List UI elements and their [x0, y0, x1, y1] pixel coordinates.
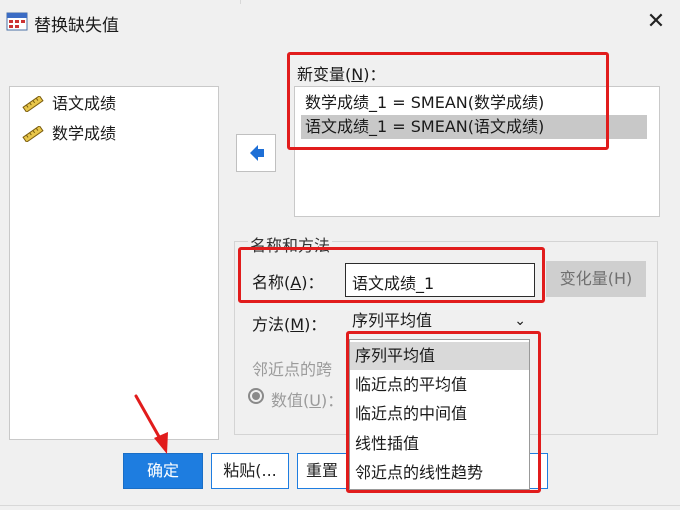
annotation-arrow-icon	[134, 394, 168, 454]
source-variable-list[interactable]: 语文成绩 数学成绩	[9, 86, 219, 440]
new-variable-row-selected[interactable]: 语文成绩_1 = SMEAN(语文成绩)	[301, 115, 647, 139]
variable-label: 数学成绩	[52, 124, 117, 143]
scale-ruler-icon	[22, 126, 44, 142]
chevron-down-icon: ⌄	[514, 313, 526, 329]
background-line	[0, 505, 680, 506]
title-bar: 替换缺失值 ✕	[0, 0, 680, 44]
method-label: 方法(M)：	[252, 315, 327, 334]
close-icon[interactable]: ✕	[640, 6, 672, 38]
method-dropdown-list[interactable]: 序列平均值 临近点的平均值 临近点的中间值 线性插值 邻近点的线性趋势	[349, 339, 530, 490]
method-select-value: 序列平均值	[352, 311, 433, 330]
spss-app-icon	[6, 12, 28, 31]
new-variables-list[interactable]: 数学成绩_1 = SMEAN(数学成绩) 语文成绩_1 = SMEAN(语文成绩…	[294, 86, 660, 217]
dropdown-option[interactable]: 临近点的中间值	[350, 400, 529, 428]
dropdown-option[interactable]: 线性插值	[350, 430, 529, 458]
variable-label: 语文成绩	[52, 94, 117, 113]
dropdown-option[interactable]: 邻近点的线性趋势	[350, 459, 529, 487]
reset-button[interactable]: 重置	[297, 453, 353, 489]
value-label: 数值(U)：	[271, 391, 344, 410]
new-variable-row[interactable]: 数学成绩_1 = SMEAN(数学成绩)	[301, 91, 548, 115]
dropdown-option[interactable]: 序列平均值	[350, 342, 529, 370]
change-button[interactable]: 变化量(H)	[546, 261, 646, 297]
new-variables-label: 新变量(N)：	[297, 65, 386, 84]
dropdown-option[interactable]: 临近点的平均值	[350, 371, 529, 399]
ok-button[interactable]: 确定	[123, 453, 203, 489]
value-radio[interactable]	[248, 388, 264, 404]
name-label: 名称(A)：	[252, 273, 324, 292]
background-line	[240, 0, 241, 4]
name-input[interactable]: 语文成绩_1	[345, 263, 535, 297]
paste-button[interactable]: 粘贴(...	[211, 453, 289, 489]
span-label: 邻近点的跨	[252, 360, 333, 379]
window-title: 替换缺失值	[34, 16, 119, 36]
arrow-left-icon	[250, 145, 264, 161]
group-title: 名称和方法	[248, 232, 333, 256]
move-variable-button[interactable]	[236, 134, 276, 172]
method-select[interactable]: 序列平均值 ⌄	[348, 309, 530, 333]
scale-ruler-icon	[22, 96, 44, 112]
